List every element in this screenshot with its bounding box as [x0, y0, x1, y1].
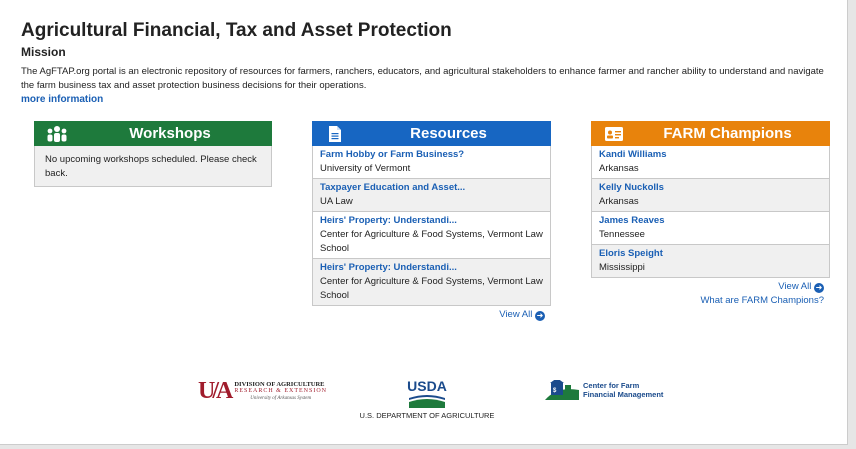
- champions-title: FARM Champions: [663, 125, 792, 142]
- page-frame: Agricultural Financial, Tax and Asset Pr…: [0, 0, 848, 445]
- list-item: Farm Hobby or Farm Business? University …: [312, 146, 551, 179]
- uada-line-1: DIVISION OF AGRICULTURE: [234, 381, 325, 388]
- list-item: Taxpayer Education and Asset... UA Law: [312, 179, 551, 212]
- usda-wordmark: USDA: [407, 378, 447, 394]
- people-group-icon: [46, 124, 68, 144]
- mission-description: The AgFTAP.org portal is an electronic r…: [21, 66, 824, 91]
- ua-monogram-icon: U/A: [198, 378, 233, 404]
- uada-line-3: University of Arkansas System: [250, 396, 312, 401]
- list-item: Kelly Nuckolls Arkansas: [591, 179, 830, 212]
- usda-caption: U.S. DEPARTMENT OF AGRICULTURE: [359, 411, 495, 420]
- workshops-card: Workshops No upcoming workshops schedule…: [34, 121, 272, 187]
- champion-state: Tennessee: [599, 229, 645, 240]
- document-icon: [324, 124, 346, 144]
- cffm-farm-icon: $: [545, 380, 579, 400]
- resource-source: Center for Agriculture & Food Systems, V…: [320, 229, 543, 254]
- champion-name-link[interactable]: Kandi Williams: [599, 148, 822, 162]
- resources-list: Farm Hobby or Farm Business? University …: [312, 146, 551, 306]
- workshops-header[interactable]: Workshops: [34, 121, 272, 146]
- usda-logo[interactable]: USDA U.S. DEPARTMENT OF AGRICULTURE: [352, 378, 502, 420]
- champion-name-link[interactable]: Kelly Nuckolls: [599, 181, 822, 195]
- champion-name-link[interactable]: Eloris Speight: [599, 247, 822, 261]
- list-item: Eloris Speight Mississippi: [591, 245, 830, 278]
- champion-state: Arkansas: [599, 196, 639, 207]
- uada-logo[interactable]: U/A DIVISION OF AGRICULTURE RESEARCH & E…: [198, 378, 327, 405]
- what-are-champions-link[interactable]: What are FARM Champions?: [591, 295, 824, 306]
- champions-list: Kandi Williams Arkansas Kelly Nuckolls A…: [591, 146, 830, 278]
- arrow-right-circle-icon: ➜: [535, 311, 545, 321]
- view-all-label: View All: [778, 281, 812, 292]
- champions-card: FARM Champions Kandi Williams Arkansas K…: [591, 121, 830, 306]
- champion-state: Arkansas: [599, 163, 639, 174]
- resource-source: Center for Agriculture & Food Systems, V…: [320, 276, 543, 301]
- cffm-logo[interactable]: $ Center for Farm Financial Management: [545, 380, 663, 400]
- cffm-line-1: Center for Farm: [583, 381, 640, 390]
- resources-header[interactable]: Resources: [312, 121, 551, 146]
- resource-title-link[interactable]: Taxpayer Education and Asset...: [320, 181, 543, 195]
- uada-line-2: RESEARCH & EXTENSION: [234, 388, 328, 394]
- resource-title-link[interactable]: Heirs' Property: Understandi...: [320, 261, 543, 275]
- usda-swoosh-icon: [409, 395, 445, 408]
- resources-title: Resources: [410, 125, 487, 142]
- list-item: Heirs' Property: Understandi... Center f…: [312, 212, 551, 259]
- champion-state: Mississippi: [599, 262, 645, 273]
- champion-name-link[interactable]: James Reaves: [599, 214, 822, 228]
- page-title: Agricultural Financial, Tax and Asset Pr…: [21, 20, 452, 41]
- id-card-icon: [603, 124, 625, 144]
- resource-source: University of Vermont: [320, 163, 411, 174]
- cffm-line-2: Financial Management: [583, 390, 664, 399]
- resources-card: Resources Farm Hobby or Farm Business? U…: [312, 121, 551, 321]
- arrow-right-circle-icon: ➜: [814, 283, 824, 293]
- workshops-empty-message: No upcoming workshops scheduled. Please …: [34, 146, 272, 187]
- resources-view-all-link[interactable]: View All ➜: [312, 309, 545, 321]
- list-item: Heirs' Property: Understandi... Center f…: [312, 259, 551, 306]
- mission-heading: Mission: [21, 45, 66, 59]
- more-information-link[interactable]: more information: [21, 94, 103, 105]
- resource-title-link[interactable]: Heirs' Property: Understandi...: [320, 214, 543, 228]
- view-all-label: View All: [499, 309, 533, 320]
- list-item: Kandi Williams Arkansas: [591, 146, 830, 179]
- list-item: James Reaves Tennessee: [591, 212, 830, 245]
- champions-view-all-link[interactable]: View All ➜: [591, 281, 824, 293]
- champions-header[interactable]: FARM Champions: [591, 121, 830, 146]
- resource-title-link[interactable]: Farm Hobby or Farm Business?: [320, 148, 543, 162]
- workshops-title: Workshops: [129, 125, 211, 142]
- resource-source: UA Law: [320, 196, 353, 207]
